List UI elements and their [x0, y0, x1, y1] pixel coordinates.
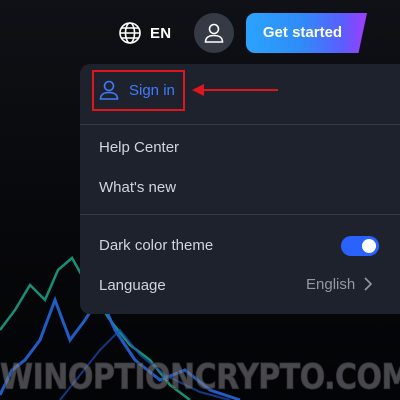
user-icon — [204, 23, 224, 43]
whats-new-label: What's new — [99, 178, 177, 196]
user-menu-button[interactable] — [194, 13, 234, 53]
globe-icon — [119, 22, 141, 44]
language-label: Language — [99, 276, 166, 294]
dark-theme-toggle[interactable] — [341, 236, 379, 256]
menu-item-sign-in[interactable]: Sign in — [80, 70, 400, 110]
language-value-text: English — [306, 275, 356, 293]
menu-divider — [80, 124, 400, 125]
language-value[interactable]: English — [306, 272, 373, 296]
get-started-button[interactable]: Get started — [246, 13, 367, 53]
get-started-label: Get started — [262, 24, 343, 41]
language-code: EN — [150, 24, 172, 42]
menu-item-help-center[interactable]: Help Center — [80, 127, 400, 167]
menu-item-whats-new[interactable]: What's new — [80, 167, 400, 207]
dark-theme-label: Dark color theme — [99, 236, 214, 254]
toggle-knob — [362, 239, 376, 253]
sign-in-label: Sign in — [129, 81, 175, 99]
user-icon — [99, 80, 119, 100]
chevron-right-icon — [364, 277, 373, 291]
help-center-label: Help Center — [99, 138, 180, 156]
language-button[interactable]: EN — [118, 18, 171, 48]
menu-divider — [80, 214, 400, 215]
